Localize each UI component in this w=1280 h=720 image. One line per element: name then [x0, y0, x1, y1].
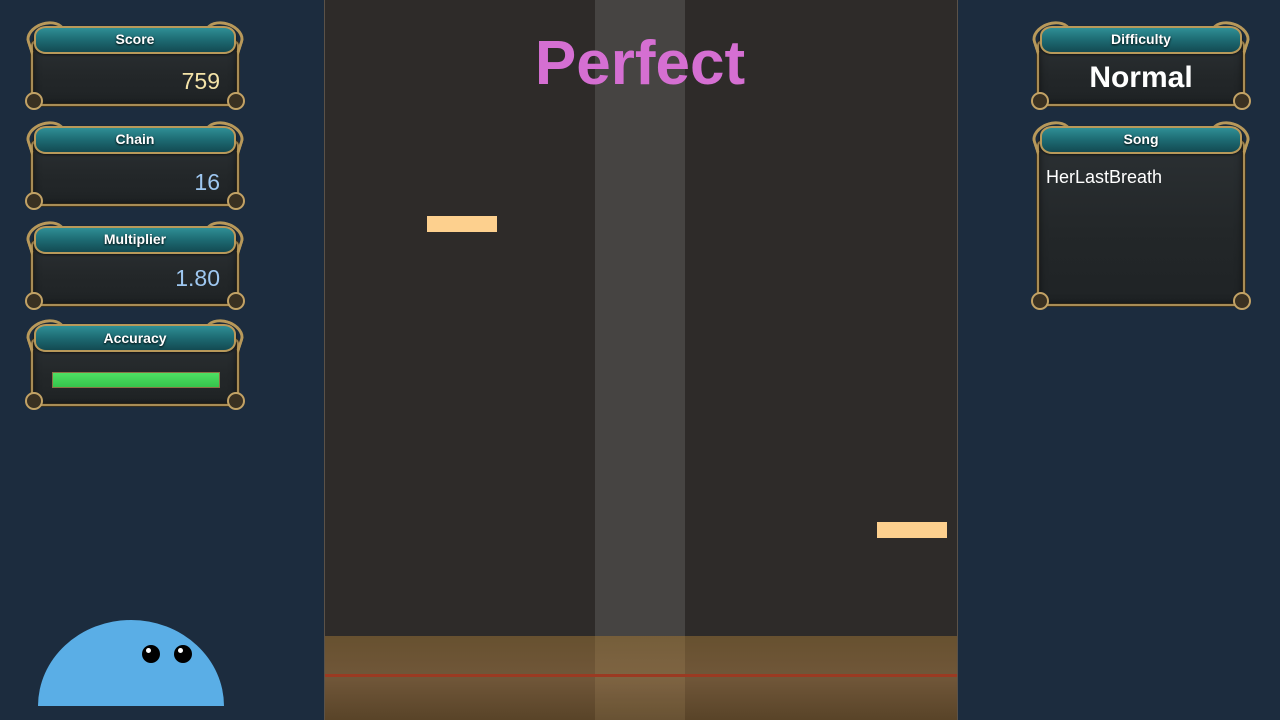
lane-3: [505, 0, 597, 720]
song-panel: Song HerLastBreath: [1028, 116, 1254, 310]
lane-1: [325, 0, 417, 720]
mascot-left-eye: [142, 645, 160, 663]
blue-blob-mascot-icon: [38, 620, 224, 706]
score-value: 759: [181, 68, 220, 94]
lane-5: [685, 0, 777, 720]
multiplier-label: Multiplier: [103, 231, 167, 247]
accuracy-label: Accuracy: [103, 330, 167, 346]
difficulty-value: Normal: [1089, 61, 1193, 94]
lane-2: [415, 0, 507, 720]
note-lane-2: [427, 216, 497, 232]
playfield: [324, 0, 958, 720]
score-label: Score: [115, 31, 155, 47]
hit-line: [325, 674, 957, 677]
accuracy-bar: [52, 372, 220, 388]
game-screen: Perfect Score 759 Chain 16 Multiplier 1.…: [0, 0, 1280, 720]
note-lane-7: [877, 522, 947, 538]
song-title: HerLastBreath: [1046, 167, 1163, 187]
chain-label: Chain: [115, 131, 155, 147]
mascot-right-eye: [174, 645, 192, 663]
score-panel: Score 759: [22, 16, 248, 110]
chain-value: 16: [194, 169, 220, 195]
difficulty-panel: Difficulty Normal: [1028, 16, 1254, 110]
chain-panel: Chain 16: [22, 116, 248, 210]
multiplier-value: 1.80: [175, 265, 220, 291]
difficulty-label: Difficulty: [1111, 31, 1171, 47]
accuracy-bar-fill: [53, 373, 219, 387]
lane-4: [595, 0, 687, 720]
song-label: Song: [1123, 131, 1159, 147]
panel-frame: [1037, 140, 1245, 306]
judgement-text: Perfect: [534, 29, 746, 98]
accuracy-panel: Accuracy: [22, 314, 248, 410]
lane-7: [865, 0, 957, 720]
multiplier-panel: Multiplier 1.80: [22, 216, 248, 310]
hit-zone-highlight: [595, 636, 685, 720]
lane-6: [775, 0, 867, 720]
